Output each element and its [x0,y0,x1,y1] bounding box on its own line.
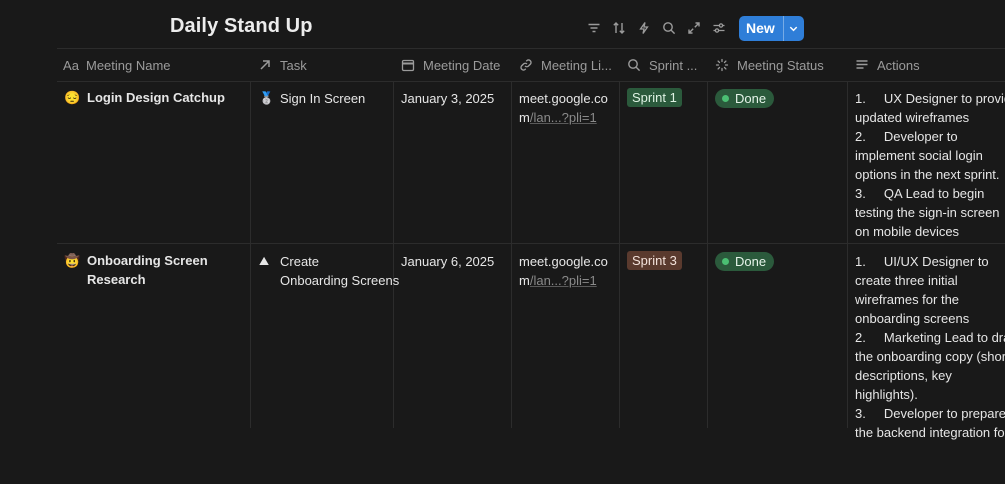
sprint-tag: Sprint 3 [627,251,682,270]
search-icon[interactable] [657,16,681,40]
status-icon [714,57,730,73]
column-header-sprint[interactable]: Sprint ... [626,49,706,81]
sprint-cell[interactable]: Sprint 1 [627,88,682,107]
status-cell[interactable]: Done [715,251,775,271]
view-toolbar: New [582,15,804,41]
column-header-meeting-date[interactable]: Meeting Date [400,49,512,81]
column-label: Actions [877,57,920,73]
status-dot-icon [722,95,729,102]
automation-icon[interactable] [632,16,656,40]
page-title: Daily Stand Up [170,15,313,37]
table-row[interactable]: 🤠 Onboarding Screen Research ⛰ Create On… [57,244,1005,484]
new-button[interactable]: New [739,16,783,41]
task-relation-cell[interactable]: ⛰ Create Onboarding Screens [259,252,399,290]
database-table: Aa Meeting Name Task Meeting Date Meetin… [57,48,1005,440]
meeting-link-host-end: m [519,273,530,288]
settings-icon[interactable] [707,16,731,40]
task-emoji-icon: ⛰ [259,254,270,268]
chevron-down-icon[interactable] [782,15,804,41]
task-link[interactable]: Create Onboarding Screens [280,252,399,290]
calendar-icon [400,57,416,73]
filter-icon[interactable] [582,16,606,40]
column-label: Meeting Status [737,57,824,73]
page-emoji-icon: 😔 [64,90,81,105]
column-header-meeting-link[interactable]: Meeting Li... [518,49,616,81]
meeting-date[interactable]: January 3, 2025 [401,89,511,108]
meeting-link[interactable]: meet.google.co m/lan...?pli=1 [519,89,614,127]
text-lines-icon [854,57,870,73]
column-label: Meeting Date [423,57,501,73]
column-header-meeting-status[interactable]: Meeting Status [714,49,849,81]
actions-text[interactable]: 1. UX Designer to provide updated wirefr… [855,89,1005,241]
meeting-link-path: /lan...?pli=1 [529,273,597,288]
column-label: Meeting Name [86,57,171,73]
column-header-actions[interactable]: Actions [854,49,1004,81]
meeting-name-cell[interactable]: 😔 Login Design Catchup [64,88,244,107]
status-cell[interactable]: Done [715,88,775,108]
actions-text[interactable]: 1. UI/UX Designer to create three initia… [855,252,1005,442]
table-header: Aa Meeting Name Task Meeting Date Meetin… [57,48,1005,82]
expand-icon[interactable] [682,16,706,40]
text-property-icon: Aa [63,57,79,73]
column-label: Meeting Li... [541,57,612,73]
arrow-up-right-icon [257,57,273,73]
meeting-name-cell[interactable]: 🤠 Onboarding Screen Research [64,251,244,289]
column-label: Task [280,57,307,73]
sprint-cell[interactable]: Sprint 3 [627,251,682,270]
status-label: Done [735,91,767,106]
meeting-link[interactable]: meet.google.co m/lan...?pli=1 [519,252,614,290]
meeting-link-host-end: m [519,110,530,125]
link-icon [518,57,534,73]
meeting-link-path: /lan...?pli=1 [529,110,597,125]
task-emoji-icon: 🥈 [259,91,274,105]
meeting-link-host: meet.google.co [519,254,608,269]
meeting-link-host: meet.google.co [519,91,608,106]
column-header-task[interactable]: Task [257,49,387,81]
meeting-date[interactable]: January 6, 2025 [401,252,511,271]
page-emoji-icon: 🤠 [64,253,81,268]
sprint-tag: Sprint 1 [627,88,682,107]
task-relation-cell[interactable]: 🥈 Sign In Screen [259,89,389,108]
status-badge: Done [715,89,775,108]
search-icon [626,57,642,73]
column-label: Sprint ... [649,57,698,73]
table-row[interactable]: 😔 Login Design Catchup 🥈 Sign In Screen … [57,81,1005,244]
task-link[interactable]: Sign In Screen [280,89,365,108]
new-button-group: New [739,15,804,41]
status-badge: Done [715,252,775,271]
status-dot-icon [722,258,729,265]
sort-icon[interactable] [607,16,631,40]
meeting-name: Login Design Catchup [87,90,225,105]
meeting-name: Onboarding Screen Research [87,253,208,287]
status-label: Done [735,254,767,269]
column-header-meeting-name[interactable]: Aa Meeting Name [63,49,243,81]
